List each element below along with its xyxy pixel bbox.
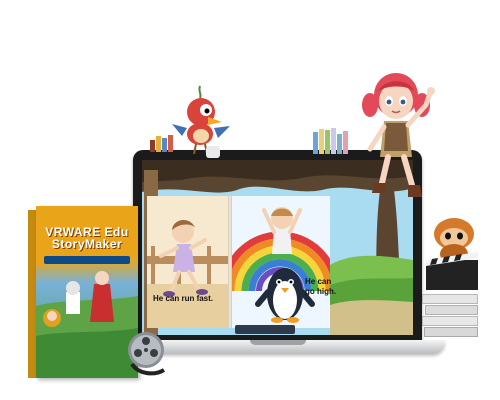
book-stack-monkey [422,294,478,344]
caption-right-line1: He can [305,277,332,286]
player-toolbar[interactable] [235,325,295,334]
book-page-left [147,196,230,328]
girl-running-illustration [147,196,230,328]
book-stack-right [313,128,348,154]
book-gutter [228,196,232,328]
book-page-right [220,196,340,328]
caption-right-line2: go high. [305,287,337,296]
product-title: VRWARE Edu StoryMaker [42,226,132,250]
red-bird-character [172,85,230,155]
red-hair-girl-character [362,73,435,197]
monkey-clapperboard-character [426,218,478,290]
product-subtitle-bar [44,256,130,264]
caption-left: He can run fast. [153,294,214,303]
film-reel-icon [128,332,166,376]
product-title-line2: StoryMaker [51,237,123,251]
ink-pot [206,146,220,158]
penguin-rainbow-illustration [220,196,340,328]
laptop-notch [250,340,306,345]
